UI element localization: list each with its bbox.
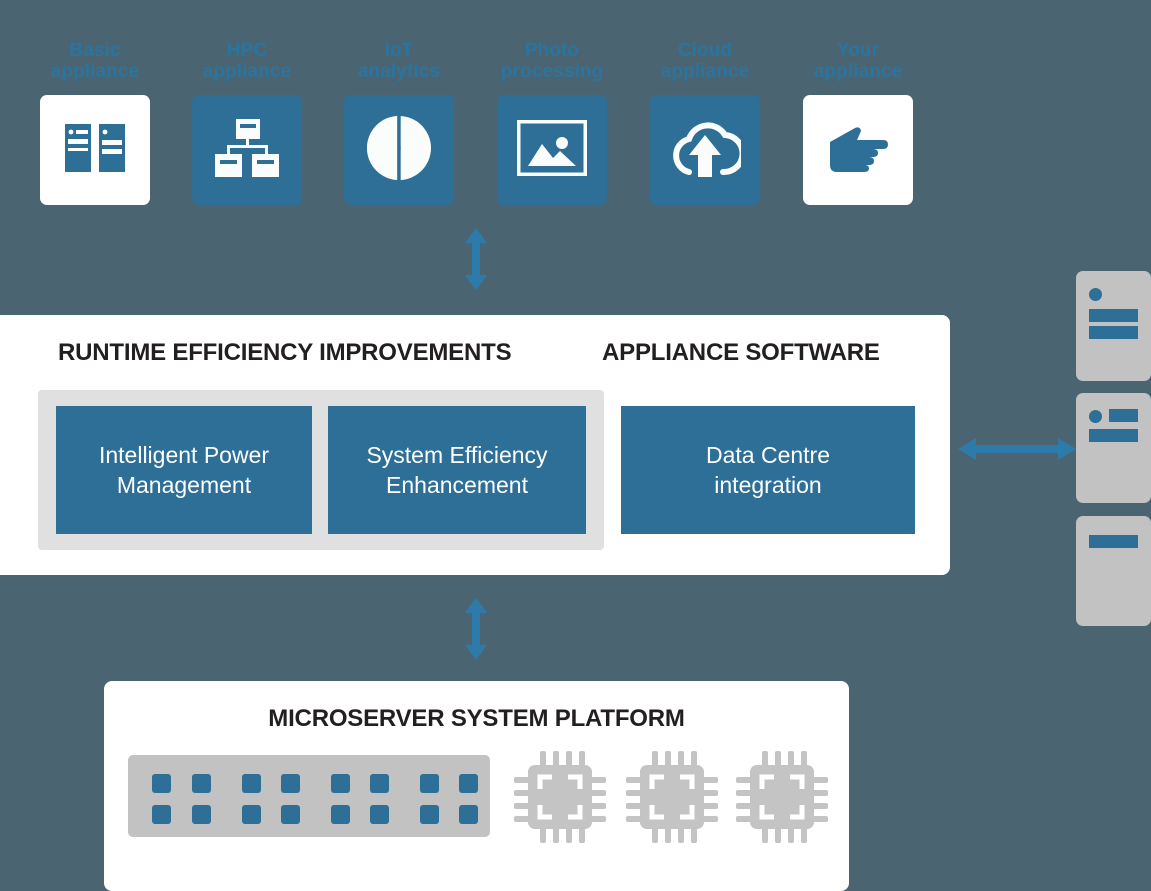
- board-node: [459, 774, 478, 793]
- board-node: [370, 805, 389, 824]
- hierarchy-icon: [214, 118, 280, 182]
- server-led-icon: [1089, 288, 1102, 301]
- appliance-label: Basic appliance: [50, 40, 140, 82]
- software-to-datacentre-arrow: [958, 430, 1076, 468]
- diagram-canvas: Basic appliance HPC appliance IoT analyt…: [0, 0, 1151, 891]
- server-bar: [1089, 309, 1138, 322]
- cpu-chip-icon: [734, 749, 830, 845]
- board-node: [152, 805, 171, 824]
- appliance-label: IoT analytics: [357, 40, 441, 82]
- appliance-label: Photo processing: [500, 40, 604, 82]
- server-unit: [1076, 271, 1151, 381]
- server-bar: [1089, 535, 1138, 548]
- appliance-label: Cloud appliance: [660, 40, 750, 82]
- appliance-software-heading: APPLIANCE SOFTWARE: [602, 339, 880, 366]
- pointing-hand-icon: [827, 122, 889, 179]
- server-bar: [1089, 326, 1138, 339]
- software-to-platform-arrow: [460, 598, 492, 660]
- runtime-software-panel: RUNTIME EFFICIENCY IMPROVEMENTS APPLIANC…: [0, 315, 950, 575]
- pie-chart-icon: [365, 114, 433, 187]
- cpu-chip-icon: [624, 749, 720, 845]
- box-system-efficiency-enhancement[interactable]: System Efficiency Enhancement: [328, 406, 586, 534]
- board-node: [331, 774, 350, 793]
- board-node: [331, 805, 350, 824]
- appliances-to-software-arrow: [460, 228, 492, 290]
- appliance-tile[interactable]: [192, 95, 302, 205]
- appliance-cloud[interactable]: Cloud appliance: [650, 40, 760, 205]
- image-icon: [515, 118, 589, 181]
- board-node: [242, 805, 261, 824]
- microserver-platform-panel: MICROSERVER SYSTEM PLATFORM: [104, 681, 849, 891]
- servers-icon: [64, 123, 126, 178]
- appliance-photo[interactable]: Photo processing: [497, 40, 607, 205]
- board-node: [192, 805, 211, 824]
- data-centre-server-stack: [1076, 271, 1151, 626]
- board-node: [420, 805, 439, 824]
- board-node: [242, 774, 261, 793]
- appliance-row: Basic appliance HPC appliance IoT analyt…: [40, 40, 920, 215]
- appliance-tile[interactable]: [40, 95, 150, 205]
- appliance-your[interactable]: Your appliance: [803, 40, 913, 205]
- panel-headings: RUNTIME EFFICIENCY IMPROVEMENTS APPLIANC…: [0, 339, 950, 381]
- platform-heading: MICROSERVER SYSTEM PLATFORM: [268, 705, 685, 732]
- appliance-label: Your appliance: [813, 40, 903, 82]
- server-led-icon: [1089, 410, 1102, 423]
- microserver-board: [128, 755, 490, 837]
- board-node: [192, 774, 211, 793]
- server-bar: [1109, 409, 1138, 422]
- board-node: [281, 774, 300, 793]
- appliance-tile[interactable]: [497, 95, 607, 205]
- runtime-group-container: Intelligent Power Management System Effi…: [38, 390, 604, 550]
- board-node: [420, 774, 439, 793]
- appliance-tile[interactable]: [803, 95, 913, 205]
- appliance-label: HPC appliance: [202, 40, 292, 82]
- appliance-hpc[interactable]: HPC appliance: [192, 40, 302, 205]
- cpu-chip-icon: [512, 749, 608, 845]
- runtime-heading: RUNTIME EFFICIENCY IMPROVEMENTS: [58, 339, 512, 366]
- server-unit: [1076, 393, 1151, 503]
- server-unit: [1076, 516, 1151, 626]
- board-node: [459, 805, 478, 824]
- board-node: [152, 774, 171, 793]
- board-node: [370, 774, 389, 793]
- appliance-basic[interactable]: Basic appliance: [40, 40, 150, 205]
- cloud-upload-icon: [669, 117, 746, 184]
- appliance-iot[interactable]: IoT analytics: [344, 40, 454, 205]
- box-data-centre-integration[interactable]: Data Centre integration: [621, 406, 915, 534]
- appliance-tile[interactable]: [344, 95, 454, 205]
- box-intelligent-power-management[interactable]: Intelligent Power Management: [56, 406, 312, 534]
- appliance-tile[interactable]: [650, 95, 760, 205]
- server-bar: [1089, 429, 1138, 442]
- board-node: [281, 805, 300, 824]
